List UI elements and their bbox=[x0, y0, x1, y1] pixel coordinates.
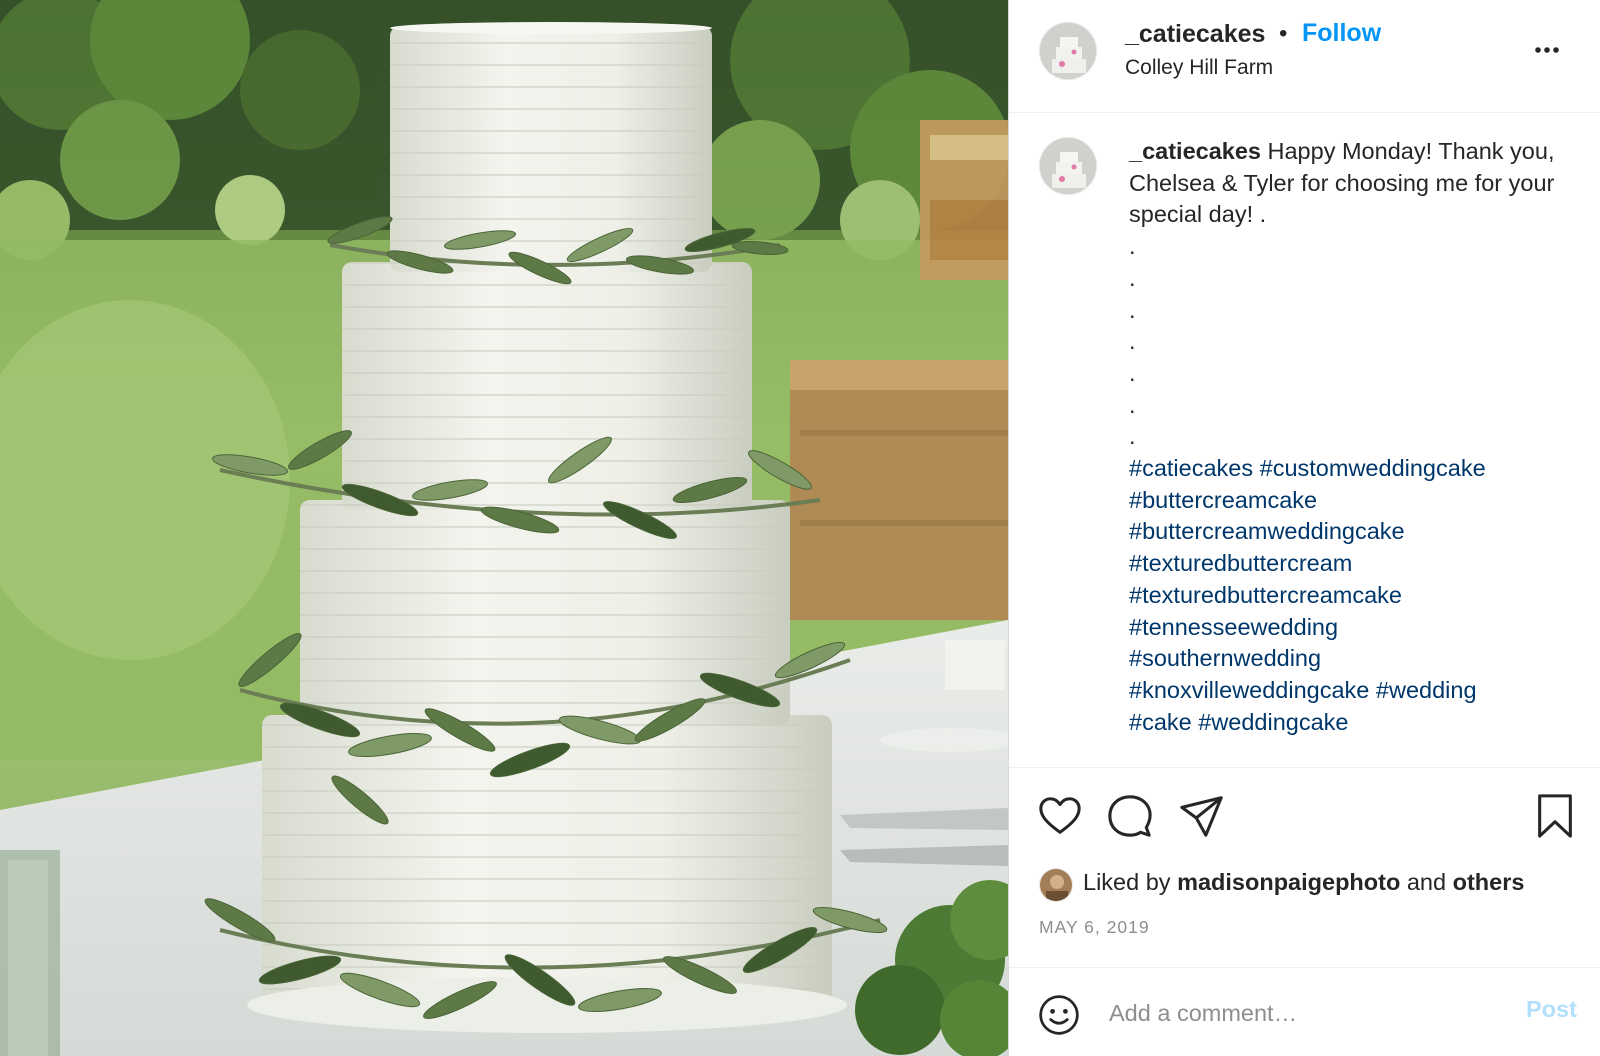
post-date[interactable]: MAY 6, 2019 bbox=[1039, 917, 1150, 938]
post-actions: Liked by madisonpaigephoto and others MA… bbox=[1009, 767, 1600, 967]
caption-dot: . bbox=[1129, 328, 1136, 355]
hashtag-link[interactable]: #wedding bbox=[1376, 677, 1477, 703]
caption-dot: . bbox=[1129, 359, 1136, 386]
post-header: _catiecakes • Follow Colley Hill Farm bbox=[1009, 0, 1600, 113]
crate bbox=[920, 120, 1008, 280]
comment-input[interactable] bbox=[1107, 994, 1491, 1032]
comment-composer: Post bbox=[1009, 967, 1600, 1056]
hashtag-link[interactable]: #weddingcake bbox=[1198, 709, 1348, 735]
hashtag-link[interactable]: #buttercreamweddingcake bbox=[1129, 518, 1405, 544]
post-caption: _catiecakes Happy Monday! Thank you, Che… bbox=[1129, 136, 1569, 738]
hay-bale bbox=[790, 360, 1008, 620]
header-separator: • bbox=[1279, 20, 1288, 47]
liked-by-text: Liked by madisonpaigephoto and others bbox=[1083, 869, 1524, 896]
heart-icon[interactable] bbox=[1037, 793, 1083, 844]
caption-dot: . bbox=[1129, 233, 1136, 260]
likes-others-link[interactable]: others bbox=[1453, 869, 1525, 895]
comment-bubble-icon[interactable] bbox=[1107, 793, 1153, 844]
more-horizontal-icon[interactable] bbox=[1529, 22, 1569, 62]
hashtag-link[interactable]: #catiecakes bbox=[1129, 455, 1253, 481]
caption-author-avatar[interactable] bbox=[1039, 137, 1097, 195]
post-details-panel: _catiecakes • Follow Colley Hill Farm _c… bbox=[1008, 0, 1600, 1056]
caption-dot: . bbox=[1129, 423, 1136, 450]
hashtag-link[interactable]: #buttercreamcake bbox=[1129, 487, 1317, 513]
post-location[interactable]: Colley Hill Farm bbox=[1125, 56, 1273, 80]
hashtag-link[interactable]: #customweddingcake bbox=[1260, 455, 1486, 481]
caption-username[interactable]: _catiecakes bbox=[1129, 138, 1261, 164]
hashtag-link[interactable]: #southernwedding bbox=[1129, 645, 1321, 671]
hashtag-list: #catiecakes #customweddingcake #buttercr… bbox=[1129, 453, 1569, 738]
liked-by-prefix: Liked by bbox=[1083, 869, 1171, 895]
follow-button[interactable]: Follow bbox=[1302, 19, 1381, 48]
author-username[interactable]: _catiecakes bbox=[1125, 20, 1265, 49]
liker-avatar[interactable] bbox=[1039, 868, 1073, 902]
author-avatar[interactable] bbox=[1039, 22, 1097, 80]
caption-dot: . bbox=[1129, 296, 1136, 323]
hashtag-link[interactable]: #texturedbuttercreamcake bbox=[1129, 582, 1402, 608]
paper-plane-icon[interactable] bbox=[1179, 793, 1225, 844]
caption-section: _catiecakes Happy Monday! Thank you, Che… bbox=[1009, 113, 1600, 767]
bookmark-icon[interactable] bbox=[1534, 793, 1576, 844]
post-photo[interactable] bbox=[0, 0, 1008, 1056]
liked-by-conjunction: and bbox=[1406, 869, 1447, 895]
hashtag-link[interactable]: #tennesseewedding bbox=[1129, 614, 1338, 640]
caption-dot: . bbox=[1129, 391, 1136, 418]
hashtag-link[interactable]: #texturedbuttercream bbox=[1129, 550, 1352, 576]
hashtag-link[interactable]: #knoxvilleweddingcake bbox=[1129, 677, 1369, 703]
caption-dot: . bbox=[1129, 264, 1136, 291]
post-comment-button[interactable]: Post bbox=[1526, 996, 1577, 1023]
hashtag-link[interactable]: #cake bbox=[1129, 709, 1192, 735]
liker-username[interactable]: madisonpaigephoto bbox=[1177, 869, 1400, 895]
smiley-face-icon[interactable] bbox=[1037, 993, 1081, 1042]
